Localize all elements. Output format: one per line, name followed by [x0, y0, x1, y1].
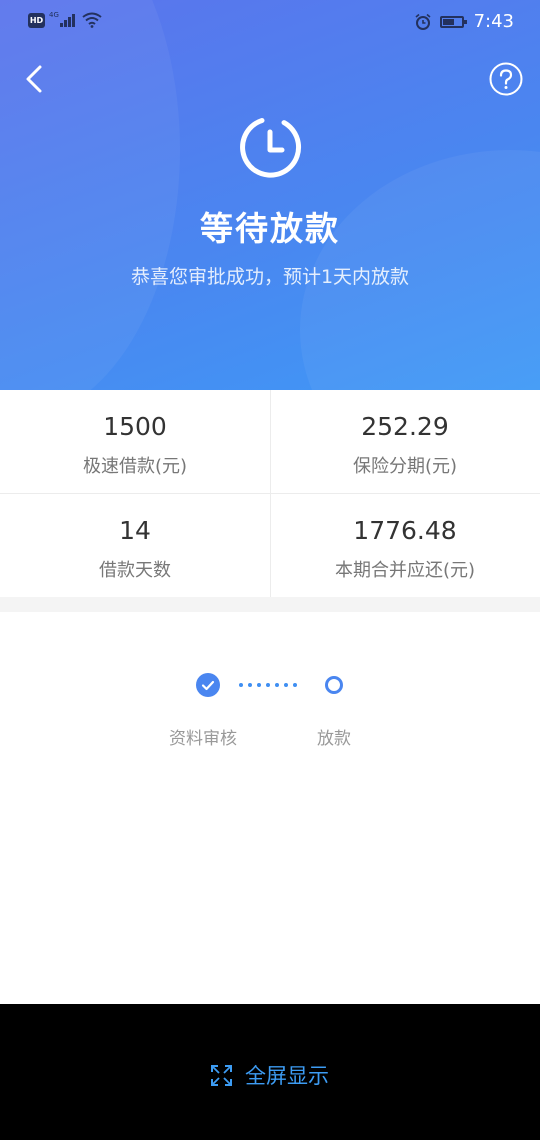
header-banner: HD 4G 7:43 等待放款 恭喜您审批成功，预计1天内放款: [0, 0, 540, 390]
step-label-review: 资料审核: [169, 729, 237, 749]
status-bar: HD 4G 7:43: [0, 0, 540, 44]
step-label-disburse: 放款: [317, 729, 351, 749]
alarm-icon: [415, 13, 431, 30]
clock-icon: [240, 118, 302, 178]
battery-fill: [442, 18, 454, 25]
summary-cell-total: 1776.48 本期合并应还(元): [270, 494, 540, 597]
help-button[interactable]: [489, 62, 523, 96]
battery-icon: [439, 15, 467, 28]
wifi-icon: [82, 12, 102, 28]
summary-value: 252.29: [361, 412, 449, 441]
progress-steps: 资料审核 放款: [0, 612, 540, 1004]
loan-summary: 1500 极速借款(元) 252.29 保险分期(元) 14 借款天数 1776…: [0, 390, 540, 597]
summary-value: 14: [119, 516, 151, 545]
summary-cell-insurance: 252.29 保险分期(元): [270, 390, 540, 493]
back-arrow-icon: [26, 65, 42, 93]
back-button[interactable]: [20, 62, 50, 96]
bottom-bar: 全屏显示: [0, 1004, 540, 1140]
pending-circle-icon: [325, 676, 343, 694]
summary-label: 本期合并应还(元): [334, 560, 476, 581]
step-connector: [239, 683, 302, 687]
header-decoration: [0, 0, 180, 390]
divider: [0, 493, 540, 494]
summary-value: 1500: [103, 412, 167, 441]
summary-label: 极速借款(元): [82, 456, 188, 477]
help-icon: [489, 62, 523, 96]
status-left: HD 4G: [28, 11, 102, 28]
summary-cell-loan: 1500 极速借款(元): [0, 390, 270, 493]
section-gap: [0, 597, 540, 612]
summary-cell-days: 14 借款天数: [0, 494, 270, 597]
fullscreen-button[interactable]: 全屏显示: [0, 1060, 540, 1090]
status-time: 7:43: [473, 11, 514, 32]
summary-label: 借款天数: [99, 560, 171, 581]
hd-badge: HD: [28, 12, 45, 28]
summary-label: 保险分期(元): [352, 456, 458, 477]
page-subtitle: 恭喜您审批成功，预计1天内放款: [130, 266, 410, 288]
network-type: 4G: [49, 11, 59, 19]
summary-value: 1776.48: [353, 516, 457, 545]
check-circle-icon: [196, 673, 220, 697]
signal-icon: [59, 13, 76, 27]
page-title: 等待放款: [200, 209, 340, 248]
expand-icon: [211, 1064, 232, 1086]
status-right: 7:43: [414, 11, 514, 32]
fullscreen-label: 全屏显示: [245, 1064, 329, 1088]
